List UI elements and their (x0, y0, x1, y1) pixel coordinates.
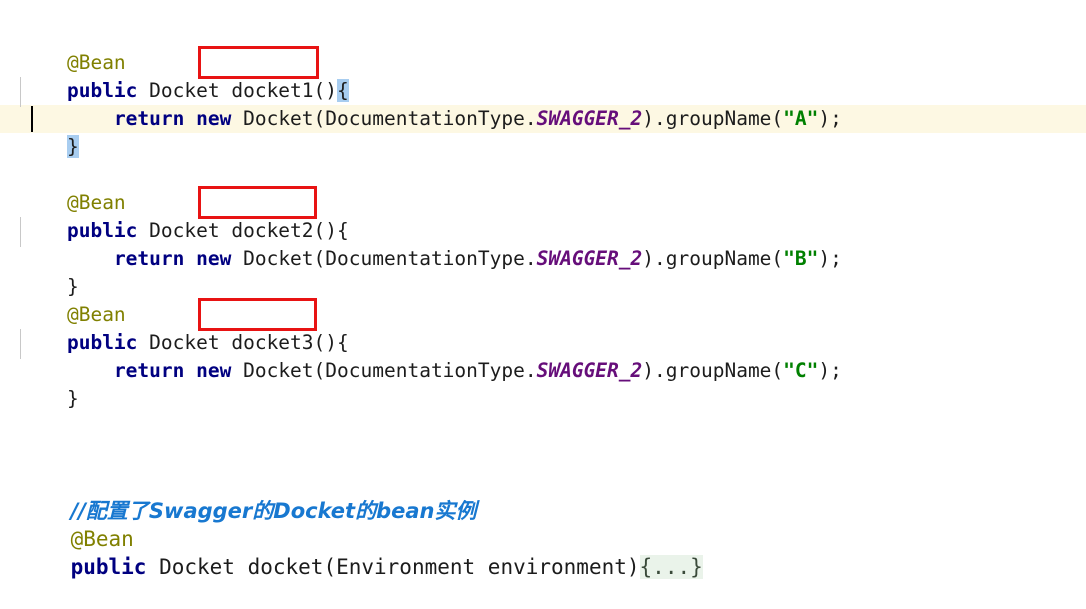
code-line-signature-2[interactable]: public Docket docket2(){ (20, 189, 349, 242)
keyword-public: public (70, 555, 147, 579)
folded-code-placeholder[interactable]: {...} (639, 555, 703, 579)
code-line-annotation-2[interactable]: @Bean (20, 161, 126, 214)
code-line-signature-1[interactable]: public Docket docket1(){ (20, 49, 349, 102)
code-line-signature-4[interactable]: public Docket docket(Environment environ… (20, 525, 703, 579)
code-line-close-1[interactable]: } (20, 105, 79, 158)
code-line-body-1[interactable]: return new Docket(DocumentationType.SWAG… (20, 77, 842, 130)
static-field-swagger2: SWAGGER_2 (536, 359, 643, 382)
code-line-body-2[interactable]: return new Docket(DocumentationType.SWAG… (20, 217, 842, 270)
string-literal-a: "A" (783, 107, 819, 130)
keyword-return: return (113, 247, 185, 270)
statement-end: ); (818, 107, 842, 130)
expression-docket-constructor: Docket(DocumentationType. (231, 247, 537, 270)
code-line-annotation-4[interactable]: @Bean (20, 497, 134, 551)
statement-end: ); (818, 247, 842, 270)
text-cursor (31, 106, 33, 132)
code-line-comment-4[interactable]: //配置了Swagger的Docket的bean实例 (20, 469, 477, 523)
code-line-annotation-1[interactable]: @Bean (20, 21, 126, 74)
code-line-close-3[interactable]: } (20, 357, 79, 410)
keyword-return: return (113, 107, 185, 130)
group-name-call: ).groupName( (642, 359, 784, 382)
method-signature-docket: Docket docket(Environment environment) (146, 555, 640, 579)
static-field-swagger2: SWAGGER_2 (536, 247, 643, 270)
group-name-call: ).groupName( (642, 247, 784, 270)
keyword-new: new (184, 247, 232, 270)
code-line-signature-3[interactable]: public Docket docket3(){ (20, 301, 349, 354)
keyword-new: new (184, 359, 232, 382)
expression-docket-constructor: Docket(DocumentationType. (231, 359, 537, 382)
close-brace: } (66, 387, 79, 410)
close-brace-highlighted: } (66, 135, 79, 158)
group-name-call: ).groupName( (642, 107, 784, 130)
keyword-new: new (184, 107, 232, 130)
code-editor[interactable]: @Bean public Docket docket1(){ return ne… (0, 0, 1086, 579)
expression-docket-constructor: Docket(DocumentationType. (231, 107, 537, 130)
keyword-return: return (113, 359, 185, 382)
string-literal-c: "C" (783, 359, 819, 382)
code-line-body-3[interactable]: return new Docket(DocumentationType.SWAG… (20, 329, 842, 382)
statement-end: ); (818, 359, 842, 382)
code-line-close-2[interactable]: } (20, 245, 79, 298)
static-field-swagger2: SWAGGER_2 (536, 107, 643, 130)
string-literal-b: "B" (783, 247, 819, 270)
code-line-annotation-3[interactable]: @Bean (20, 273, 126, 326)
